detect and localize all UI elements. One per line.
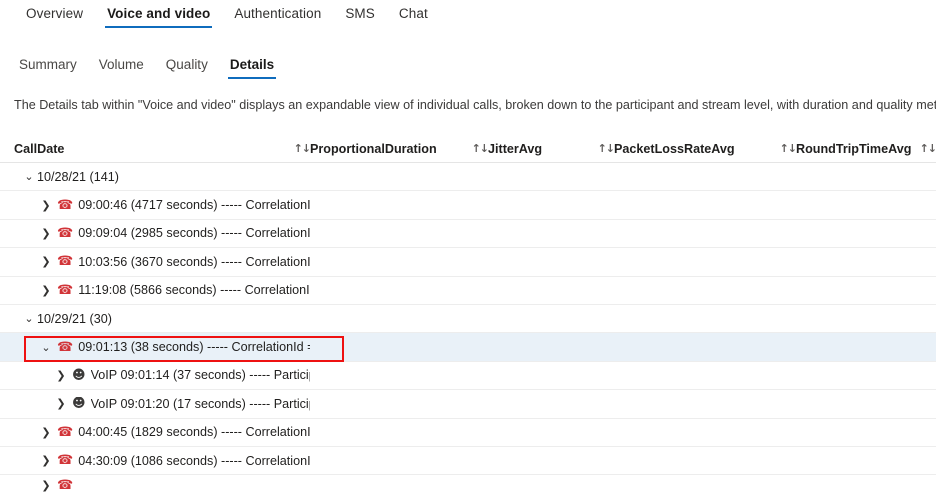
table-group-row[interactable]: ⌄ 10/28/21 (141) [0, 163, 936, 192]
cell-calldate: ❯ ☎ 04:00:45 (1829 seconds) ----- Correlat… [14, 425, 310, 439]
group-label: 10/28/21 (141) [37, 169, 119, 184]
table-row[interactable]: ❯ ☎ 04:30:09 (1086 seconds) ----- Correlat… [0, 446, 936, 476]
chevron-right-icon[interactable]: ❯ [54, 370, 68, 381]
subtab-summary[interactable]: Summary [8, 53, 88, 81]
telephone-icon: ☎ [57, 425, 74, 440]
chevron-down-icon[interactable]: ⌄ [22, 171, 36, 182]
row-label: 09:09:04 (2985 seconds) ----- Correlatio… [78, 226, 310, 241]
chevron-right-icon[interactable]: ❯ [39, 256, 53, 267]
telephone-icon: ☎ [57, 340, 74, 355]
table-header-row: CallDate ↑↓ ProportionalDuration ↑↓ JitterAv… [0, 135, 936, 163]
cell-calldate: ⌄ 10/28/21 (141) [14, 170, 310, 184]
sort-updown-icon[interactable]: ↑↓ [294, 142, 311, 155]
column-header-packetlossrateavg[interactable]: PacketLossRateAvg ↑↓ [614, 141, 797, 156]
participant-icon: ☻ [72, 368, 86, 383]
row-label: 04:30:09 (1086 seconds) ----- Correlatio… [78, 453, 310, 468]
tab-voice-and-video[interactable]: Voice and video [95, 0, 222, 30]
table-row[interactable]: ❯ ☻ VoIP 09:01:14 (37 seconds) ----- Parti… [0, 361, 936, 391]
telephone-icon: ☎ [57, 198, 74, 213]
row-label: VoIP 09:01:14 (37 seconds) ----- Partici… [90, 368, 310, 383]
cell-calldate: ⌄ ☎ 09:01:13 (38 seconds) ----- Correlatio… [14, 340, 310, 354]
sort-updown-icon[interactable]: ↑↓ [780, 142, 797, 155]
table-body: ⌄ 10/28/21 (141) ❯ ☎ 09:00:46 (4717 seconds)… [0, 163, 936, 496]
secondary-tab-bar: Summary Volume Quality Details [0, 53, 936, 83]
table-row[interactable]: ❯ ☎ 04:00:45 (1829 seconds) ----- Correlat… [0, 418, 936, 447]
telephone-icon: ☎ [57, 254, 74, 269]
column-header-roundtriptimeavg[interactable]: RoundTripTimeAvg ↑↓ [796, 142, 936, 156]
cell-calldate: ❯ ☎ 11:19:08 (5866 seconds) ----- Correlat… [14, 283, 310, 297]
table-row[interactable]: ❯ ☎ [0, 475, 936, 496]
chevron-right-icon[interactable]: ❯ [39, 285, 53, 296]
table-row[interactable]: ❯ ☎ 11:19:08 (5866 seconds) ----- Correlat… [0, 276, 936, 305]
row-label: 04:00:45 (1829 seconds) ----- Correlatio… [78, 425, 310, 440]
tab-authentication[interactable]: Authentication [222, 0, 333, 30]
subtab-quality[interactable]: Quality [155, 53, 219, 81]
cell-calldate: ❯ ☻ VoIP 09:01:14 (37 seconds) ----- Parti… [14, 368, 310, 382]
table-row[interactable]: ❯ ☎ 09:09:04 (2985 seconds) ----- Correlat… [0, 219, 936, 249]
column-header-label: ProportionalDuration [310, 141, 437, 156]
page-description: The Details tab within "Voice and video"… [14, 98, 936, 112]
column-header-jitteravg[interactable]: JitterAvg ↑↓ [488, 141, 615, 156]
cell-calldate: ❯ ☎ [14, 479, 310, 492]
subtab-volume[interactable]: Volume [88, 53, 155, 81]
chevron-down-icon[interactable]: ⌄ [39, 342, 53, 353]
table-row[interactable]: ❯ ☎ 09:00:46 (4717 seconds) ----- Correlat… [0, 191, 936, 220]
row-label: 09:00:46 (4717 seconds) ----- Correlatio… [78, 198, 310, 213]
row-label: VoIP 09:01:20 (17 seconds) ----- Partici… [90, 396, 310, 411]
row-label: 11:19:08 (5866 seconds) ----- Correlatio… [78, 283, 310, 298]
telephone-icon: ☎ [57, 226, 74, 241]
column-header-proportionalduration[interactable]: ProportionalDuration ↑↓ [310, 141, 489, 156]
column-header-calldate[interactable]: CallDate ↑↓ [14, 141, 311, 156]
primary-tab-bar: Overview Voice and video Authentication SMS… [0, 0, 936, 34]
telephone-icon: ☎ [57, 283, 74, 298]
column-header-label: RoundTripTimeAvg [796, 141, 912, 156]
table-group-row[interactable]: ⌄ 10/29/21 (30) [0, 304, 936, 334]
sort-updown-icon[interactable]: ↑↓ [598, 142, 615, 155]
chevron-right-icon[interactable]: ❯ [39, 480, 53, 491]
table-row[interactable]: ❯ ☻ VoIP 09:01:20 (17 seconds) ----- Parti… [0, 390, 936, 419]
chevron-down-icon[interactable]: ⌄ [22, 313, 36, 324]
telephone-icon: ☎ [57, 453, 74, 468]
cell-calldate: ❯ ☎ 10:03:56 (3670 seconds) ----- Correlat… [14, 255, 310, 269]
participant-icon: ☻ [72, 396, 86, 411]
group-label: 10/29/21 (30) [37, 311, 112, 326]
cell-calldate: ❯ ☎ 09:00:46 (4717 seconds) ----- Correlat… [14, 198, 310, 212]
sort-updown-icon[interactable]: ↑↓ [472, 142, 489, 155]
cell-calldate: ❯ ☎ 09:09:04 (2985 seconds) ----- Correlat… [14, 226, 310, 240]
details-table: CallDate ↑↓ ProportionalDuration ↑↓ JitterAv… [0, 135, 936, 496]
chevron-right-icon[interactable]: ❯ [39, 228, 53, 239]
chevron-right-icon[interactable]: ❯ [39, 455, 53, 466]
table-row[interactable]: ⌄ ☎ 09:01:13 (38 seconds) ----- Correlatio… [0, 333, 936, 362]
chevron-right-icon[interactable]: ❯ [54, 398, 68, 409]
tab-overview[interactable]: Overview [14, 0, 95, 30]
chevron-right-icon[interactable]: ❯ [39, 427, 53, 438]
tab-chat[interactable]: Chat [387, 0, 440, 30]
row-label: 10:03:56 (3670 seconds) ----- Correlatio… [78, 254, 310, 269]
sort-updown-icon[interactable]: ↑↓ [920, 142, 936, 155]
table-row[interactable]: ❯ ☎ 10:03:56 (3670 seconds) ----- Correlat… [0, 248, 936, 277]
cell-calldate: ❯ ☻ VoIP 09:01:20 (17 seconds) ----- Parti… [14, 397, 310, 411]
tab-sms[interactable]: SMS [333, 0, 387, 30]
subtab-details[interactable]: Details [219, 53, 285, 81]
telephone-icon: ☎ [57, 478, 74, 492]
row-label: 09:01:13 (38 seconds) ----- CorrelationI… [78, 340, 310, 355]
column-header-label: JitterAvg [488, 141, 543, 156]
cell-calldate: ❯ ☎ 04:30:09 (1086 seconds) ----- Correlat… [14, 454, 310, 468]
column-header-label: CallDate [14, 141, 65, 156]
cell-calldate: ⌄ 10/29/21 (30) [14, 312, 310, 326]
chevron-right-icon[interactable]: ❯ [39, 200, 53, 211]
column-header-label: PacketLossRateAvg [614, 141, 735, 156]
